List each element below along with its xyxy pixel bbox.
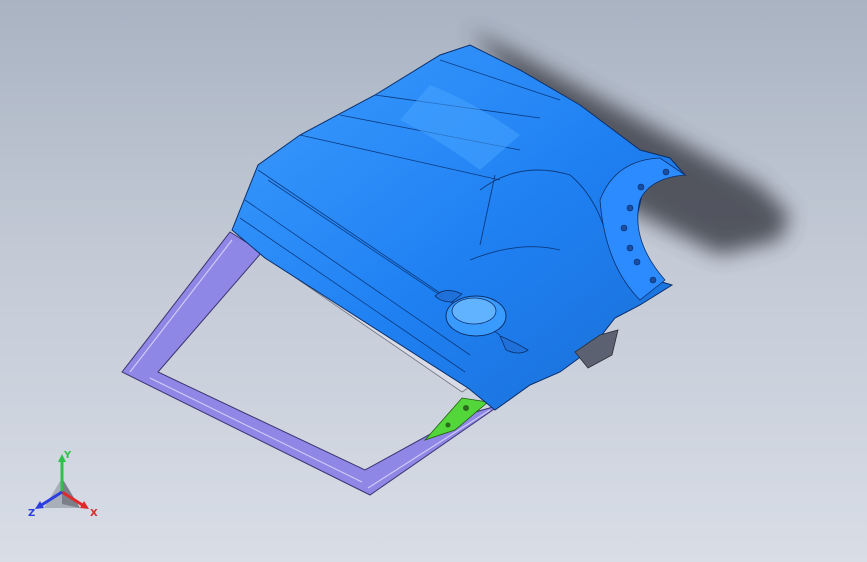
- x-axis-label: X: [90, 508, 98, 519]
- bracket-hole: [463, 405, 469, 411]
- y-axis-label: Y: [63, 450, 72, 461]
- bracket-hole: [445, 422, 451, 428]
- cad-3d-viewport[interactable]: Y X Z: [0, 0, 867, 562]
- car-door-model[interactable]: [0, 0, 867, 562]
- z-axis-label: Z: [28, 508, 35, 519]
- orientation-triad[interactable]: Y X Z: [26, 448, 102, 520]
